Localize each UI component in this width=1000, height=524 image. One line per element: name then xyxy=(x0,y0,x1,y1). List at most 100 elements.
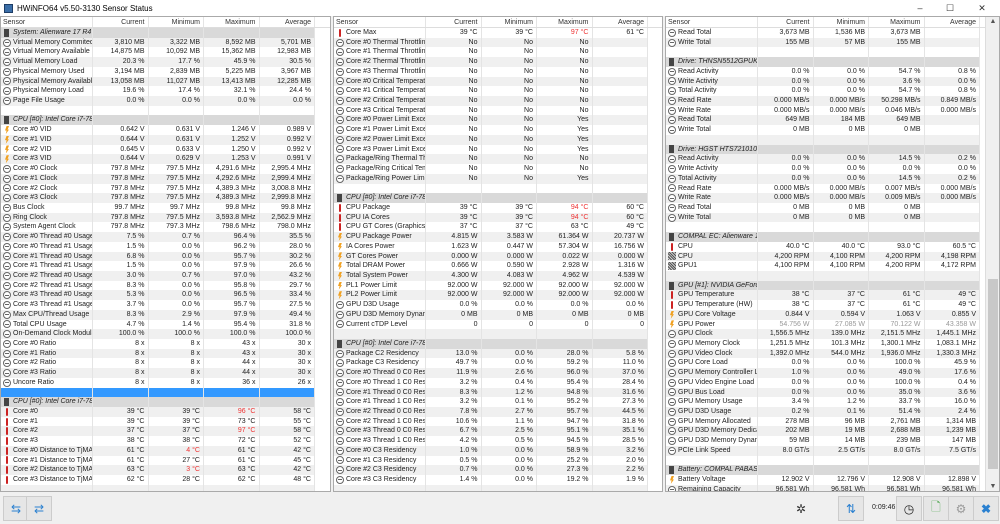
sensor-row[interactable]: Core #1 Thread 1 C0 Resi...3.2 %0.1 %95.… xyxy=(334,397,662,407)
sensor-row[interactable]: PL1 Power Limit92.000 W92.000 W92.000 W9… xyxy=(334,281,662,291)
sensor-row[interactable]: GPU Power54.756 W27.085 W70.122 W43.358 … xyxy=(666,320,999,330)
sensor-row[interactable]: Write Rate0.000 MB/s0.000 MB/s0.046 MB/s… xyxy=(666,106,999,116)
column-header-maximum[interactable]: Maximum xyxy=(537,17,593,27)
sensor-row[interactable]: Total Activity0.0 %0.0 %14.5 %0.2 % xyxy=(666,174,999,184)
vertical-scrollbar[interactable]: ▲ ▼ xyxy=(985,17,999,491)
sensor-group-row[interactable]: Battery: COMPAL PABAS0... xyxy=(666,465,999,475)
scroll-down-icon[interactable]: ▼ xyxy=(986,483,1000,490)
sensor-row[interactable]: Core #3 Distance to TjMAX62 °C28 °C62 °C… xyxy=(1,475,330,485)
sensor-row[interactable]: Package C2 Residency13.0 %0.0 %28.0 %5.8… xyxy=(334,349,662,359)
sensor-row[interactable]: Core #039 °C39 °C96 °C58 °C xyxy=(1,407,330,417)
sensor-row[interactable]: GPU Bus Load0.0 %0.0 %35.0 %3.6 % xyxy=(666,388,999,398)
sensor-row[interactable]: CPU IA Cores39 °C39 °C94 °C60 °C xyxy=(334,213,662,223)
sensor-row[interactable]: Core #0 C3 Residency1.0 %0.0 %58.9 %3.2 … xyxy=(334,446,662,456)
sensor-row[interactable]: Write Total155 MB57 MB155 MB xyxy=(666,38,999,48)
sensor-row[interactable]: Core #338 °C38 °C72 °C52 °C xyxy=(1,436,330,446)
sensor-row[interactable]: Read Total649 MB184 MB649 MB xyxy=(666,115,999,125)
sensor-row[interactable]: Core #3 Thread #0 Usage5.3 %0.0 %96.5 %3… xyxy=(1,290,330,300)
sensor-row[interactable]: Core #1 Critical Temperat...NoNoNo xyxy=(334,86,662,96)
sensor-row[interactable]: Battery Voltage12.902 V12.796 V12.908 V1… xyxy=(666,475,999,485)
sensor-row[interactable]: GPU D3D Memory Dynamic0 MB0 MB0 MB0 MB xyxy=(334,310,662,320)
sensor-row[interactable]: Core #3 Power Limit Exce...NoNoYes xyxy=(334,145,662,155)
sensor-row[interactable]: Core #0 Thread #0 Usage7.5 %0.7 %96.4 %3… xyxy=(1,232,330,242)
sensor-row[interactable]: GPU D3D Memory Dedicated202 MB19 MB2,688… xyxy=(666,426,999,436)
sensor-row[interactable]: Package C3 Residency49.7 %0.0 %59.2 %11.… xyxy=(334,358,662,368)
sensor-row[interactable]: Virtual Memory Load20.3 %17.7 %45.9 %30.… xyxy=(1,57,330,67)
sensor-row[interactable]: Core #1 Distance to TjMAX61 °C27 °C61 °C… xyxy=(1,456,330,466)
sensor-row[interactable]: Core #0 Critical Temperat...NoNoNo xyxy=(334,77,662,87)
sensor-row[interactable]: Core #3 C3 Residency1.4 %0.0 %19.2 %1.9 … xyxy=(334,475,662,485)
sensor-row[interactable]: GPU Video Clock1,392.0 MHz544.0 MHz1,936… xyxy=(666,349,999,359)
sensor-row[interactable]: Core #2 Power Limit Exce...NoNoYes xyxy=(334,135,662,145)
sensor-row[interactable]: Core #3 Thread #1 Usage3.7 %0.0 %95.7 %2… xyxy=(1,300,330,310)
sensor-row[interactable]: Core #3 Thread 1 C0 Resi...4.2 %0.5 %94.… xyxy=(334,436,662,446)
sensor-row[interactable]: Core #1 Thread 0 C0 Resi...8.3 %1.2 %94.… xyxy=(334,388,662,398)
sensor-row[interactable]: Max CPU/Thread Usage8.3 %2.9 %97.9 %49.4… xyxy=(1,310,330,320)
sensor-row[interactable]: Write Activity0.0 %0.0 %3.6 %0.0 % xyxy=(666,77,999,87)
sensor-row[interactable]: Page File Usage0.0 %0.0 %0.0 %0.0 % xyxy=(1,96,330,106)
sensor-row[interactable]: Write Rate0.000 MB/s0.000 MB/s0.009 MB/s… xyxy=(666,193,999,203)
sensor-row[interactable]: Core #0 Power Limit Exce...NoNoYes xyxy=(334,115,662,125)
close-sensors-button[interactable]: ✖ xyxy=(973,496,999,521)
sensor-row[interactable]: Package/Ring Power Limit ...NoNoYes xyxy=(334,174,662,184)
sensor-group-row[interactable]: System: Alienware 17 R4 xyxy=(1,28,330,38)
sensor-row[interactable]: Core #2 Thread #0 Usage3.0 %0.7 %97.0 %4… xyxy=(1,271,330,281)
column-header-sensor[interactable]: Sensor xyxy=(666,17,758,27)
sensor-row[interactable]: Ring Clock797.8 MHz797.5 MHz3,593.8 MHz2… xyxy=(1,213,330,223)
sensor-row[interactable]: Core #2 Critical Temperat...NoNoNo xyxy=(334,96,662,106)
sensor-row[interactable]: Remaining Capacity96.581 Wh96.581 Wh96.5… xyxy=(666,485,999,492)
sensor-row[interactable]: Core #0 Thermal ThrottlingNoNoNo xyxy=(334,38,662,48)
sensor-row[interactable]: Core #0 Distance to TjMAX61 °C4 °C61 °C4… xyxy=(1,446,330,456)
collapse-columns-button[interactable]: ⇄ xyxy=(26,496,52,521)
sensor-row[interactable]: CPU GT Cores (Graphics)37 °C37 °C63 °C49… xyxy=(334,222,662,232)
fan-control-button[interactable]: ✲ xyxy=(788,496,814,521)
sensor-row[interactable]: Physical Memory Used3,194 MB2,839 MB5,22… xyxy=(1,67,330,77)
column-header-current[interactable]: Current xyxy=(426,17,482,27)
sensor-row[interactable]: GPU Memory Allocated278 MB96 MB2,761 MB1… xyxy=(666,417,999,427)
sensor-row[interactable]: GPU Video Engine Load0.0 %0.0 %100.0 %0.… xyxy=(666,378,999,388)
sensor-row[interactable]: GPU14,100 RPM4,100 RPM4,200 RPM4,172 RPM xyxy=(666,261,999,271)
column-header-current[interactable]: Current xyxy=(758,17,814,27)
sensor-row[interactable]: Core #0 Thread 0 C0 Resi...11.9 %2.6 %96… xyxy=(334,368,662,378)
sensor-row[interactable]: CPU40.0 °C40.0 °C93.0 °C60.5 °C xyxy=(666,242,999,252)
column-header-sensor[interactable]: Sensor xyxy=(334,17,426,27)
sensor-row[interactable]: Core #3 Clock797.8 MHz797.5 MHz4,389.3 M… xyxy=(1,193,330,203)
sensor-row[interactable]: Core #3 Critical Temperat...NoNoNo xyxy=(334,106,662,116)
sensor-row[interactable]: GT Cores Power0.000 W0.000 W0.022 W0.000… xyxy=(334,252,662,262)
column-header-minimum[interactable]: Minimum xyxy=(482,17,538,27)
sensor-group-row[interactable]: CPU [#0]: Intel Core i7-78... xyxy=(334,339,662,349)
column-header-average[interactable]: Average xyxy=(260,17,316,27)
sensor-row[interactable]: System Agent Clock797.8 MHz797.3 MHz798.… xyxy=(1,222,330,232)
sensor-row[interactable]: Core #2 Ratio8 x8 x44 x30 x xyxy=(1,358,330,368)
selected-row[interactable] xyxy=(1,388,330,398)
sensor-group-row[interactable]: Drive: HGST HTS721010A9... xyxy=(666,145,999,155)
sensor-row[interactable]: Core #2 Thread #1 Usage8.3 %0.0 %95.8 %2… xyxy=(1,281,330,291)
scrollbar-thumb[interactable] xyxy=(988,279,998,469)
sensor-row[interactable]: Read Total0 MB0 MB0 MB xyxy=(666,203,999,213)
clock-button[interactable]: ◷ xyxy=(896,496,922,521)
column-header-average[interactable]: Average xyxy=(593,17,649,27)
sensor-row[interactable]: Virtual Memory Commited3,810 MB3,322 MB8… xyxy=(1,38,330,48)
sensor-row[interactable]: Core #0 Clock797.8 MHz797.5 MHz4,291.6 M… xyxy=(1,164,330,174)
sensor-row[interactable]: Core #1 VID0.644 V0.631 V1.252 V0.992 V xyxy=(1,135,330,145)
column-header-current[interactable]: Current xyxy=(93,17,149,27)
sensor-row[interactable]: GPU Core Voltage0.844 V0.594 V1.063 V0.8… xyxy=(666,310,999,320)
sensor-row[interactable]: GPU Core Load0.0 %0.0 %100.0 %45.9 % xyxy=(666,358,999,368)
sensor-row[interactable]: Core #1 Thread #1 Usage1.5 %0.0 %97.9 %2… xyxy=(1,261,330,271)
column-header-sensor[interactable]: Sensor xyxy=(1,17,93,27)
sensor-row[interactable]: Total System Power4.300 W4.083 W4.962 W4… xyxy=(334,271,662,281)
sensor-row[interactable]: Core #0 Ratio8 x8 x43 x30 x xyxy=(1,339,330,349)
network-button[interactable]: ⇅ xyxy=(838,496,864,521)
sensor-group-row[interactable]: GPU [#1]: NVIDIA GeForce... xyxy=(666,281,999,291)
sensor-row[interactable]: Core #1 Thermal ThrottlingNoNoNo xyxy=(334,47,662,57)
sensor-row[interactable]: PL2 Power Limit92.000 W92.000 W92.000 W9… xyxy=(334,290,662,300)
sensor-row[interactable]: GPU Memory Clock1,251.5 MHz101.3 MHz1,30… xyxy=(666,339,999,349)
sensor-row[interactable]: Core #1 C3 Residency0.5 %0.0 %25.2 %2.0 … xyxy=(334,456,662,466)
sensor-row[interactable]: Core #3 Thermal ThrottlingNoNoNo xyxy=(334,67,662,77)
sensor-row[interactable]: Current cTDP Level0000 xyxy=(334,320,662,330)
sensor-row[interactable]: IA Cores Power1.623 W0.447 W57.304 W16.7… xyxy=(334,242,662,252)
sensor-row[interactable]: Core #2 C3 Residency0.7 %0.0 %27.3 %2.2 … xyxy=(334,465,662,475)
sensor-row[interactable]: Core #2 VID0.645 V0.633 V1.250 V0.992 V xyxy=(1,145,330,155)
sensor-row[interactable]: Core #1 Thread #0 Usage6.8 %0.0 %95.7 %3… xyxy=(1,252,330,262)
sensor-row[interactable]: Core #0 VID0.642 V0.631 V1.246 V0.989 V xyxy=(1,125,330,135)
